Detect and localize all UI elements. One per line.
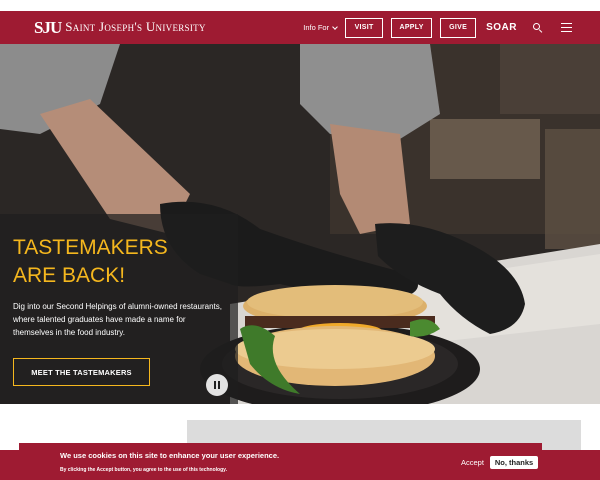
soar-link[interactable]: SOAR <box>486 22 517 33</box>
no-thanks-button[interactable]: No, thanks <box>490 456 538 469</box>
visit-button[interactable]: VISIT <box>345 17 384 38</box>
cookie-banner: We use cookies on this site to enhance y… <box>0 443 600 480</box>
give-button[interactable]: GIVE <box>440 17 477 38</box>
pause-icon[interactable] <box>206 374 228 396</box>
search-icon[interactable] <box>533 22 543 33</box>
hero-description: Dig into our Second Helpings of alumni-o… <box>13 302 223 337</box>
top-strip <box>0 0 600 11</box>
accept-button[interactable]: Accept <box>461 458 484 467</box>
cookie-subtitle: By clicking the Accept button, you agree… <box>60 467 227 473</box>
logo-mark: SJU <box>34 17 62 37</box>
meet-the-tastemakers-button[interactable]: MEET THE TASTEMAKERS <box>13 358 150 386</box>
logo-text: Saint Joseph's University <box>65 19 206 34</box>
chevron-down-icon <box>332 23 338 30</box>
cookie-title: We use cookies on this site to enhance y… <box>60 451 280 460</box>
apply-button[interactable]: APPLY <box>391 17 433 38</box>
header-nav: Info For VISIT APPLY GIVE SOAR <box>303 17 572 38</box>
info-for-dropdown[interactable]: Info For <box>303 23 338 32</box>
site-header: SJU Saint Joseph's University Info For V… <box>0 11 600 44</box>
hamburger-menu-icon[interactable] <box>561 23 572 32</box>
hero-title: TASTEMAKERS ARE BACK! <box>13 236 168 287</box>
university-logo[interactable]: SJU Saint Joseph's University <box>34 15 206 39</box>
hero-section: TASTEMAKERS ARE BACK! Dig into our Secon… <box>0 44 600 404</box>
page: SJU Saint Joseph's University Info For V… <box>0 0 600 480</box>
info-for-label: Info For <box>303 23 330 32</box>
